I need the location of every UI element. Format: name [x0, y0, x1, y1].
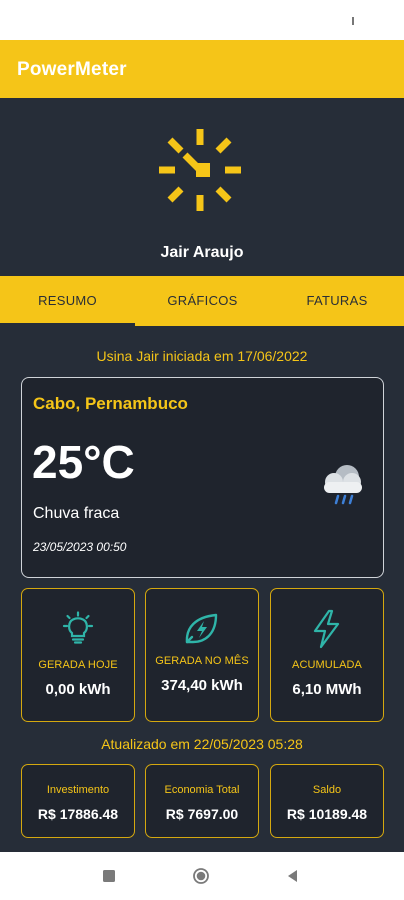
stat-card-accumulated: ACUMULADA 6,10 MWh [270, 588, 384, 722]
plant-start-text: Usina Jair iniciada em 17/06/2022 [96, 348, 308, 364]
weather-temperature: 25°C [32, 436, 135, 488]
weather-card: Cabo, Pernambuco 25°C Chuva fraca 23/05/… [21, 377, 384, 578]
tab-faturas[interactable]: FATURAS [270, 276, 404, 326]
stat-value: 6,10 MWh [292, 681, 362, 698]
status-bar [0, 0, 404, 40]
stat-label: GERADA NO MÊS [155, 655, 249, 667]
finance-value: R$ 7697.00 [165, 806, 239, 822]
sun-icon [159, 129, 241, 211]
recents-button[interactable] [100, 867, 118, 885]
stat-label: GERADA HOJE [38, 659, 118, 671]
tab-bar: RESUMO GRÁFICOS FATURAS [0, 276, 404, 326]
weather-datetime: 23/05/2023 00:50 [33, 540, 127, 554]
summary-content: Usina Jair iniciada em 17/06/2022 Cabo, … [0, 326, 404, 852]
weather-city: Cabo, Pernambuco [33, 394, 188, 413]
tab-graficos[interactable]: GRÁFICOS [135, 276, 270, 326]
back-button[interactable] [284, 867, 302, 885]
profile-header: Jair Araujo [0, 98, 404, 276]
tab-resumo[interactable]: RESUMO [0, 276, 135, 326]
updated-text: Atualizado em 22/05/2023 05:28 [101, 736, 303, 752]
finance-label: Saldo [312, 784, 342, 796]
home-button[interactable] [192, 867, 210, 885]
status-indicator [352, 17, 354, 25]
stat-card-generated-today: GERADA HOJE 0,00 kWh [21, 588, 135, 722]
app-title: PowerMeter [17, 59, 127, 80]
stat-label: ACUMULADA [292, 659, 362, 671]
weather-condition: Chuva fraca [33, 505, 120, 522]
stat-value: 374,40 kWh [161, 677, 243, 694]
finance-value: R$ 17886.48 [37, 806, 119, 822]
finance-label: Investimento [46, 784, 110, 796]
system-nav-bar [0, 852, 404, 900]
finance-card-balance: Saldo R$ 10189.48 [270, 764, 384, 838]
finance-label: Economia Total [164, 784, 240, 796]
finance-card-savings: Economia Total R$ 7697.00 [145, 764, 259, 838]
leaf-bolt-icon [185, 613, 218, 644]
stat-card-generated-month: GERADA NO MÊS 374,40 kWh [145, 588, 259, 722]
finance-value: R$ 10189.48 [286, 806, 368, 822]
stat-value: 0,00 kWh [45, 681, 111, 698]
cloud-rain-icon [324, 465, 362, 505]
finance-card-investment: Investimento R$ 17886.48 [21, 764, 135, 838]
lightning-icon [313, 609, 340, 649]
app-bar: PowerMeter [0, 40, 404, 98]
lightbulb-icon [62, 611, 94, 644]
user-name: Jair Araujo [160, 244, 244, 261]
